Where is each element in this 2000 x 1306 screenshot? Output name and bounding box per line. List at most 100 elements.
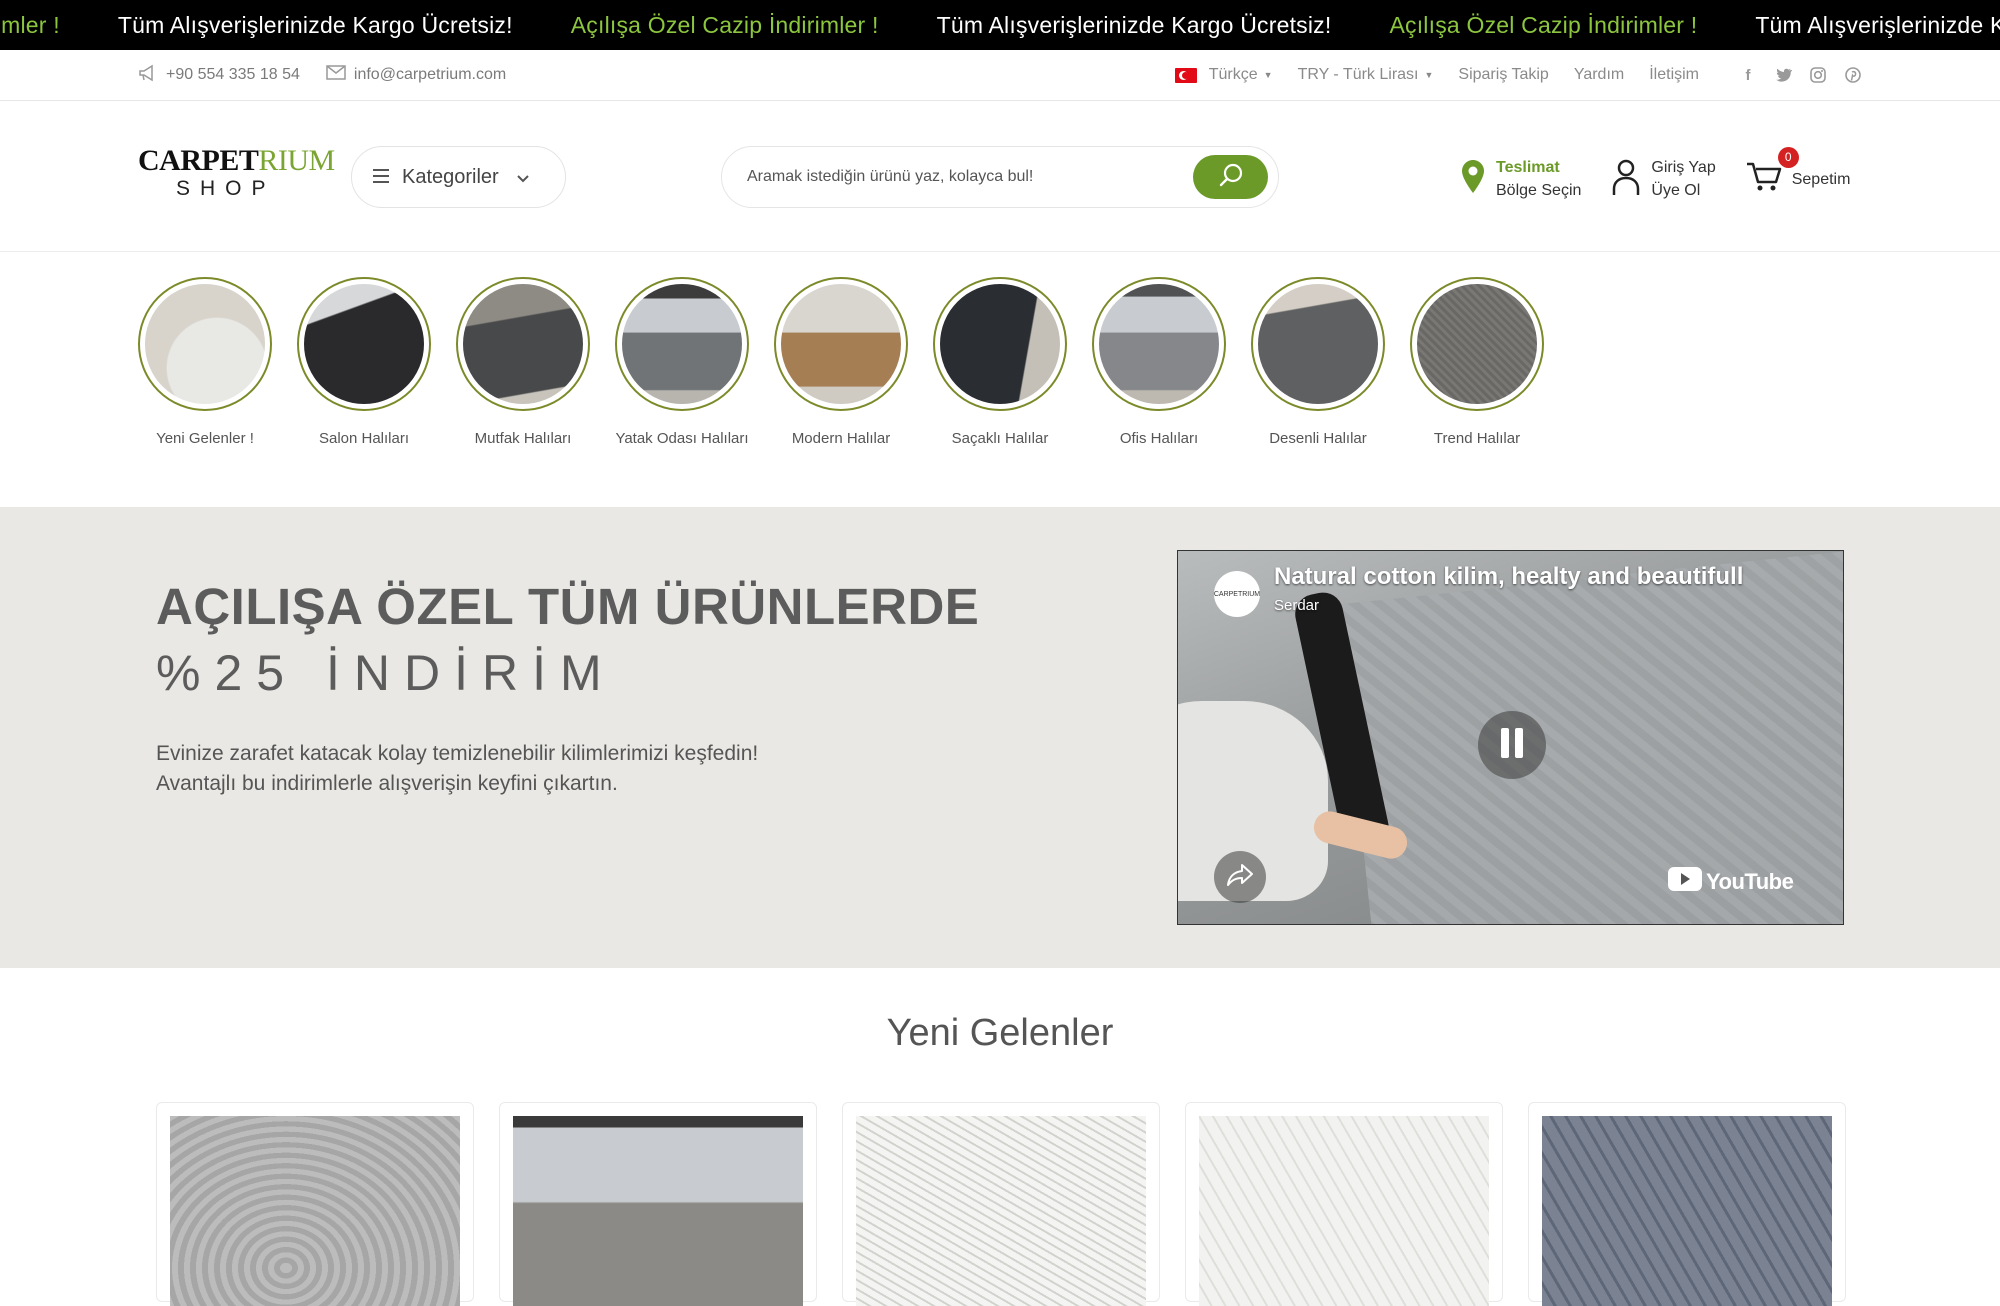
delivery-region-selector[interactable]: Teslimat Bölge Seçin (1460, 156, 1581, 202)
site-logo[interactable]: CARPETRIUM SHOP (138, 144, 335, 207)
twitter-icon[interactable] (1774, 66, 1792, 84)
product-image (1542, 1116, 1832, 1306)
currency-selector[interactable]: TRY - Türk Lirası ▼ (1298, 66, 1434, 84)
new-arrivals-grid (156, 1102, 1846, 1306)
product-card[interactable] (842, 1102, 1160, 1306)
search-button[interactable] (1193, 155, 1268, 199)
youtube-video-player[interactable]: CARPETRIUM Natural cotton kilim, healty … (1177, 550, 1844, 925)
contact-link[interactable]: İletişim (1649, 66, 1699, 84)
facebook-icon[interactable]: f (1739, 66, 1757, 84)
hamburger-icon (372, 166, 390, 189)
delivery-subtitle: Bölge Seçin (1496, 182, 1582, 199)
logo-accent-text: RIUM (258, 144, 335, 177)
account-links[interactable]: Giriş Yap Üye Ol (1611, 156, 1716, 202)
video-channel-name[interactable]: Serdar (1274, 597, 1319, 614)
user-icon (1611, 157, 1641, 202)
youtube-play-icon (1668, 867, 1702, 897)
category-image (781, 284, 901, 404)
language-selector[interactable]: Türkçe ▼ (1174, 66, 1273, 84)
category-item[interactable]: Yatak Odası Halıları (615, 277, 749, 450)
language-label: Türkçe (1208, 66, 1258, 83)
cart-count-badge: 0 (1777, 146, 1799, 168)
help-link[interactable]: Yardım (1574, 66, 1624, 84)
location-pin-icon (1460, 158, 1486, 201)
marquee-item: Tüm Alışverişlerinizde Kargo Ücretsiz! (1755, 11, 2000, 38)
category-label: Yatak Odası Halıları (615, 430, 749, 447)
caret-down-icon: ▼ (1263, 70, 1273, 80)
video-title[interactable]: Natural cotton kilim, healty and beautif… (1274, 563, 1743, 591)
category-label: Ofis Halıları (1119, 430, 1199, 447)
delivery-title: Teslimat (1496, 159, 1560, 176)
category-item[interactable]: Modern Halılar (774, 277, 908, 450)
categories-label: Kategoriler (402, 165, 499, 188)
login-link[interactable]: Giriş Yap (1651, 156, 1715, 179)
cart-button[interactable]: 0 Sepetim (1746, 146, 1851, 198)
email-address: info@carpetrium.com (353, 66, 507, 83)
register-link[interactable]: Üye Ol (1651, 179, 1715, 202)
marquee-item: Açılışa Özel Cazip İndirimler ! (0, 11, 60, 38)
product-card[interactable] (1528, 1102, 1846, 1306)
category-item[interactable]: Saçaklı Halılar (933, 277, 1067, 450)
caret-down-icon: ▼ (1424, 70, 1434, 80)
instagram-icon[interactable] (1809, 66, 1827, 84)
marquee-item: Tüm Alışverişlerinizde Kargo Ücretsiz! (936, 11, 1332, 38)
category-label: Saçaklı Halılar (951, 430, 1049, 447)
product-card[interactable] (156, 1102, 474, 1306)
order-tracking-link[interactable]: Sipariş Takip (1458, 66, 1548, 84)
hero-text-line-1: Evinize zarafet katacak kolay temizleneb… (156, 742, 759, 765)
pause-icon (1499, 727, 1525, 764)
chevron-down-icon (517, 166, 529, 189)
logo-main-text: CARPET (138, 144, 259, 177)
category-image (463, 284, 583, 404)
product-image (170, 1116, 460, 1306)
promo-hero-banner: AÇILIŞA ÖZEL TÜM ÜRÜNLERDE %25 İNDİRİM E… (0, 507, 2000, 968)
category-image (622, 284, 742, 404)
youtube-wordmark: YouTube (1706, 869, 1794, 894)
category-image (1417, 284, 1537, 404)
category-item[interactable]: Trend Halılar (1410, 277, 1544, 450)
new-arrivals-title: Yeni Gelenler (886, 1012, 1114, 1054)
share-button[interactable] (1214, 851, 1266, 903)
product-card[interactable] (1185, 1102, 1503, 1306)
category-item[interactable]: Mutfak Halıları (456, 277, 590, 450)
channel-avatar[interactable]: CARPETRIUM (1214, 571, 1260, 617)
category-item[interactable]: Salon Halıları (297, 277, 431, 450)
product-image (1199, 1116, 1489, 1306)
announcement-marquee: Açılışa Özel Cazip İndirimler ! Tüm Alış… (0, 0, 2000, 50)
logo-sub-text: SHOP (176, 177, 276, 200)
category-image (940, 284, 1060, 404)
main-header: CARPETRIUM SHOP Kategoriler Teslimat Böl… (0, 101, 2000, 252)
categories-menu-button[interactable]: Kategoriler (351, 146, 566, 208)
pinterest-icon[interactable] (1844, 66, 1862, 84)
category-label: Modern Halılar (791, 430, 891, 447)
envelope-icon (326, 65, 346, 85)
hero-headline: AÇILIŞA ÖZEL TÜM ÜRÜNLERDE (156, 578, 980, 635)
category-label: Mutfak Halıları (474, 430, 572, 447)
category-carousel: Yeni Gelenler ! Salon Halıları Mutfak Ha… (138, 277, 1544, 450)
category-item[interactable]: Ofis Halıları (1092, 277, 1226, 450)
category-label: Yeni Gelenler ! (156, 430, 254, 447)
currency-label: TRY - Türk Lirası (1297, 66, 1419, 83)
search-input[interactable] (747, 168, 1167, 186)
megaphone-icon (138, 64, 158, 87)
pause-button[interactable] (1478, 711, 1546, 779)
youtube-logo[interactable]: YouTube (1668, 867, 1794, 897)
category-label: Salon Halıları (318, 430, 410, 447)
phone-contact[interactable]: +90 554 335 18 54 (138, 64, 300, 87)
product-card[interactable] (499, 1102, 817, 1306)
share-icon (1226, 863, 1254, 892)
social-links: f (1739, 66, 1862, 84)
top-info-bar: +90 554 335 18 54 info@carpetrium.com Tü… (0, 50, 2000, 101)
phone-number: +90 554 335 18 54 (166, 66, 300, 83)
category-item[interactable]: Yeni Gelenler ! (138, 277, 272, 450)
marquee-item: Tüm Alışverişlerinizde Kargo Ücretsiz! (117, 11, 513, 38)
category-image (304, 284, 424, 404)
search-icon (1218, 162, 1244, 193)
cart-label: Sepetim (1791, 170, 1851, 188)
category-item[interactable]: Desenli Halılar (1251, 277, 1385, 450)
turkey-flag-icon (1174, 67, 1197, 83)
email-contact[interactable]: info@carpetrium.com (326, 65, 506, 85)
category-image (145, 284, 265, 404)
product-image (856, 1116, 1146, 1306)
category-image (1258, 284, 1378, 404)
